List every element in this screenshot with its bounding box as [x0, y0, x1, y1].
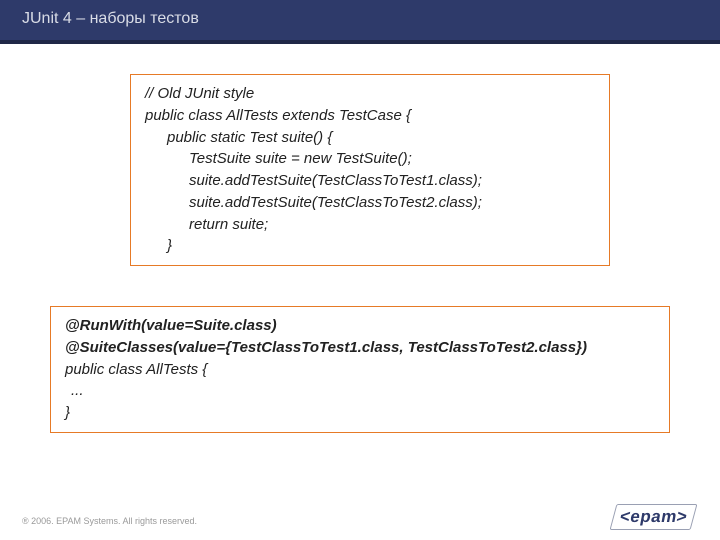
logo-text: <epam>	[618, 507, 689, 527]
code-line: // Old JUnit style	[145, 83, 595, 105]
code-line: public class AllTests {	[65, 359, 655, 381]
code-line: TestSuite suite = new TestSuite();	[145, 148, 595, 170]
code-line: ...	[65, 380, 655, 402]
epam-logo: <epam>	[613, 504, 694, 530]
code-line: return suite;	[145, 214, 595, 236]
code-block-old-style: // Old JUnit style public class AllTests…	[130, 74, 610, 266]
code-line: @RunWith(value=Suite.class)	[65, 315, 655, 337]
code-line: suite.addTestSuite(TestClassToTest1.clas…	[145, 170, 595, 192]
slide-title-bar: JUnit 4 – наборы тестов	[0, 0, 720, 44]
code-line: suite.addTestSuite(TestClassToTest2.clas…	[145, 192, 595, 214]
code-line: public class AllTests extends TestCase {	[145, 105, 595, 127]
slide-title: JUnit 4 – наборы тестов	[22, 10, 199, 27]
footer-copyright: ® 2006. EPAM Systems. All rights reserve…	[22, 516, 197, 526]
code-line: }	[145, 235, 595, 257]
code-block-new-style: @RunWith(value=Suite.class) @SuiteClasse…	[50, 306, 670, 433]
code-line: @SuiteClasses(value={TestClassToTest1.cl…	[65, 337, 655, 359]
slide-content: // Old JUnit style public class AllTests…	[0, 44, 720, 433]
code-line: public static Test suite() {	[145, 127, 595, 149]
code-line: }	[65, 402, 655, 424]
